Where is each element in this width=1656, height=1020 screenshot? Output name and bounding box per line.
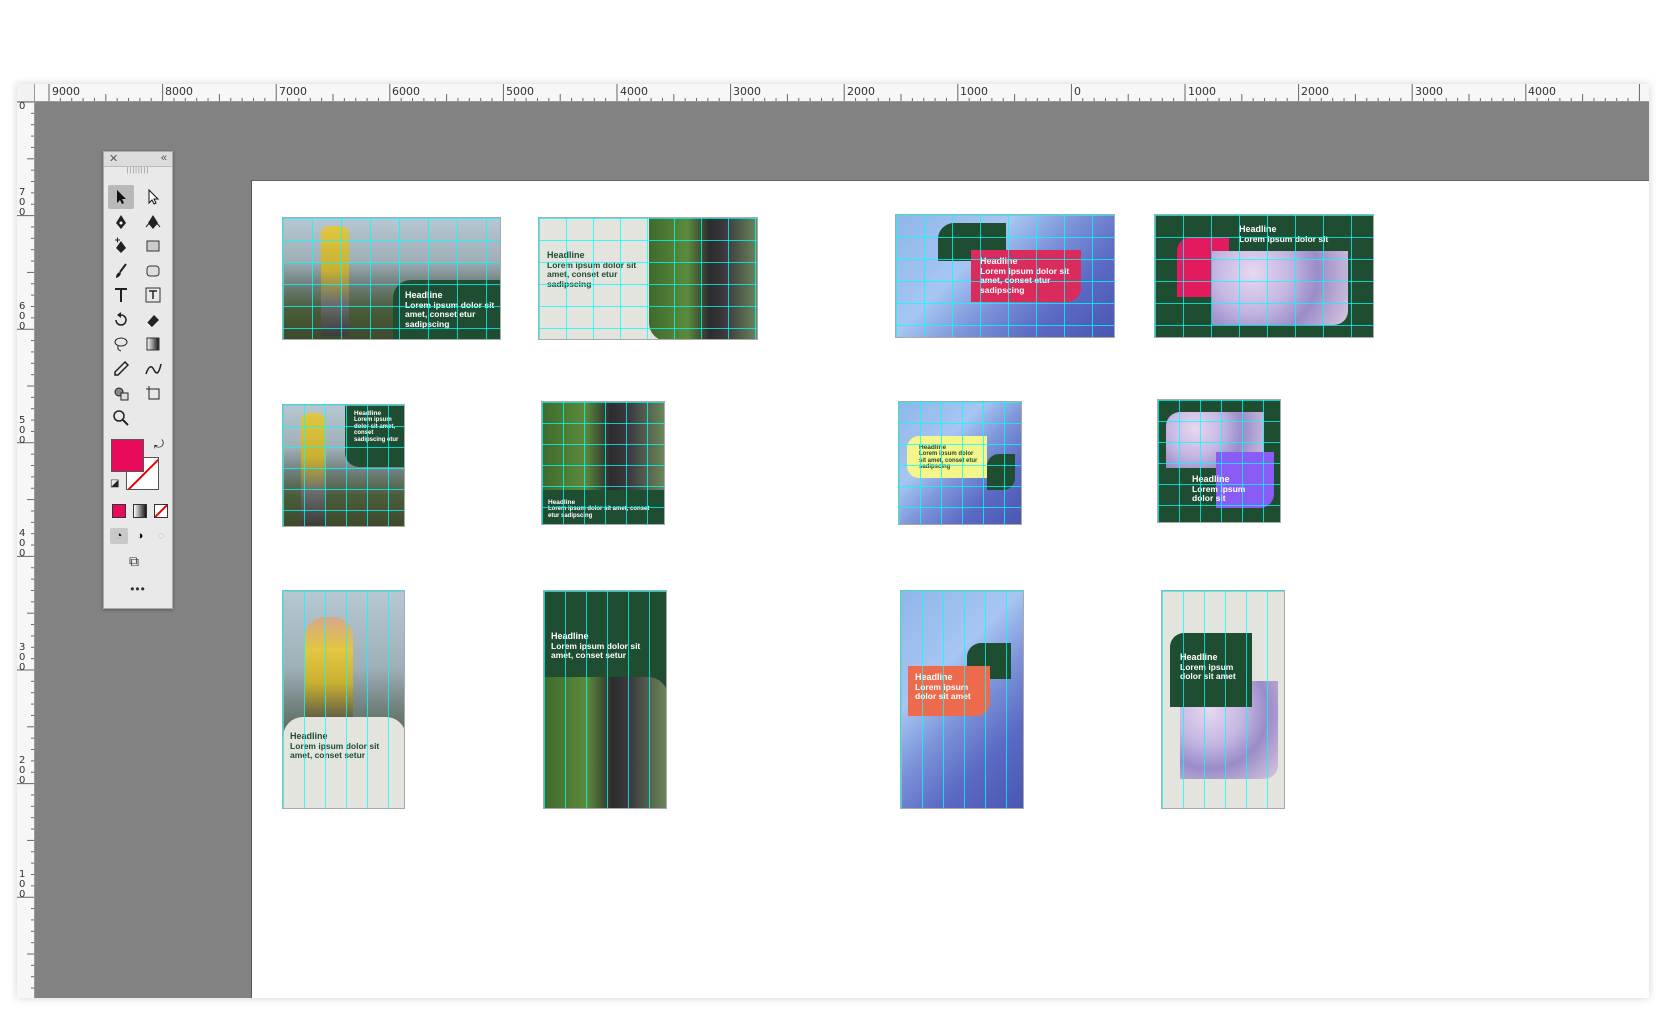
tools-panel-header[interactable]: ✕ «	[104, 152, 172, 167]
body-text: Lorem ipsum dolor sit amet, conset sadip…	[354, 417, 399, 443]
woman-photo	[649, 218, 757, 339]
ruler-label: 6000	[392, 85, 420, 98]
ruler-label: 4000	[1528, 85, 1556, 98]
ruler-origin[interactable]	[17, 84, 35, 102]
default-colors-icon[interactable]: ◪	[110, 478, 119, 489]
eyedropper-tool-icon[interactable]	[108, 357, 134, 381]
artboard-2[interactable]: Headline Lorem ipsum dolor sit amet, con…	[538, 217, 758, 340]
ruler-ticks	[48, 84, 1640, 101]
body-text: Lorem ipsum dolor sit	[1239, 234, 1329, 244]
ruler-label: 2000	[1301, 85, 1329, 98]
tools-panel[interactable]: ✕ « |||||||| ⤾ ◪ ◔ ◑ ◌ ⧉ •••	[103, 151, 173, 609]
lasso-tool-icon[interactable]	[108, 332, 134, 356]
body-text: Lorem ipsum dolor sit amet, conset etur …	[405, 300, 495, 329]
ruler-label: 600	[19, 301, 26, 332]
ruler-label: 7000	[279, 85, 307, 98]
woman-photo	[542, 402, 664, 490]
vertical-ruler[interactable]: 0 700 600 500 400 300 200 100	[17, 102, 35, 998]
worker-figure	[305, 617, 353, 727]
shape-builder-icon[interactable]	[108, 381, 134, 405]
woman-photo	[544, 677, 666, 808]
collapse-icon[interactable]: «	[161, 152, 167, 164]
draw-inside-icon[interactable]: ◌	[152, 528, 170, 544]
type-tool-icon[interactable]	[108, 283, 134, 307]
gradient-tool-icon[interactable]	[140, 332, 166, 356]
draw-normal-icon[interactable]: ◔	[110, 528, 128, 544]
body-text: Lorem ipsum dolor sit	[1192, 484, 1246, 504]
ruler-label: 700	[19, 187, 26, 218]
gradient-mode-icon[interactable]	[133, 504, 147, 518]
ruler-label: 8000	[165, 85, 193, 98]
ruler-label: 2000	[847, 85, 875, 98]
artboard-10[interactable]: Headline Lorem ipsum dolor sit amet, con…	[543, 590, 667, 809]
direct-selection-tool-icon[interactable]	[140, 185, 166, 209]
ruler-label: 300	[19, 642, 26, 673]
swap-colors-icon[interactable]: ⤾	[154, 437, 164, 452]
artboard-9[interactable]: Headline Lorem ipsum dolor sit amet, con…	[282, 590, 405, 809]
artboard-6[interactable]: Headline Lorem ipsum dolor sit amet, con…	[541, 401, 665, 525]
body-text: Lorem ipsum dolor sit amet, conset setur	[290, 741, 380, 761]
selection-tool-icon[interactable]	[108, 185, 134, 209]
artboard-tool-icon[interactable]	[140, 381, 166, 405]
artboard-1[interactable]: Headline Lorem ipsum dolor sit amet, con…	[282, 217, 501, 340]
ruler-label: 3000	[733, 85, 761, 98]
curvature-pen-icon[interactable]	[140, 210, 166, 234]
body-text: Lorem ipsum dolor sit amet	[915, 682, 971, 702]
ruler-label: 100	[19, 869, 26, 900]
ruler-label: 500	[19, 415, 26, 446]
rotate-tool-icon[interactable]	[108, 308, 134, 332]
close-icon[interactable]: ✕	[109, 152, 118, 165]
paintbrush-tool-icon[interactable]	[108, 259, 134, 283]
rounded-rectangle-icon[interactable]	[140, 259, 166, 283]
ruler-label: 4000	[620, 85, 648, 98]
horizontal-ruler[interactable]: 9000 8000 7000 6000 5000 4000 3000 2000 …	[35, 84, 1649, 102]
artboard-11[interactable]: Headline Lorem ipsum dolor sit amet	[900, 590, 1024, 809]
draw-behind-icon[interactable]: ◑	[131, 528, 149, 544]
body-text: Lorem ipsum dolor sit amet, conset etur …	[919, 451, 978, 471]
artboard-8[interactable]: Headline Lorem ipsum dolor sit	[1157, 399, 1281, 523]
ruler-label: 200	[19, 755, 26, 786]
more-tools-button[interactable]: •••	[104, 582, 172, 596]
body-text: Lorem ipsum dolor sit amet	[1180, 662, 1236, 682]
color-mode-icon[interactable]	[112, 504, 126, 518]
ruler-label: 0	[19, 102, 26, 112]
abstract-image	[1212, 251, 1348, 325]
illustrator-window: 9000 8000 7000 6000 5000 4000 3000 2000 …	[17, 84, 1649, 998]
eraser-tool-icon[interactable]	[140, 308, 166, 332]
ruler-label: 9000	[52, 85, 80, 98]
pasteboard[interactable]	[35, 102, 1649, 998]
area-type-icon[interactable]	[140, 283, 166, 307]
body-text: Lorem ipsum dolor sit amet, conset etur …	[548, 506, 650, 519]
artboard-3[interactable]: Headline Lorem ipsum dolor sit amet, con…	[895, 214, 1115, 338]
zoom-tool-icon[interactable]	[108, 406, 134, 430]
ruler-label: 5000	[506, 85, 534, 98]
artboard-5[interactable]: Headline Lorem ipsum dolor sit amet, con…	[282, 404, 405, 527]
artboard-4[interactable]: Headline Lorem ipsum dolor sit	[1154, 214, 1374, 338]
artboard-7[interactable]: Headline Lorem ipsum dolor sit amet, con…	[898, 401, 1022, 525]
worker-figure	[321, 226, 349, 336]
ruler-label: 0	[1074, 85, 1081, 98]
blend-tool-icon[interactable]	[140, 357, 166, 381]
pen-tool-icon[interactable]	[108, 210, 134, 234]
body-text: Lorem ipsum dolor sit amet, conset etur …	[980, 266, 1070, 295]
body-text: Lorem ipsum dolor sit amet, conset setur	[551, 641, 641, 661]
artboard-12[interactable]: Headline Lorem ipsum dolor sit amet	[1161, 590, 1285, 809]
fill-swatch[interactable]	[111, 439, 144, 472]
rectangle-tool-icon[interactable]	[140, 234, 166, 258]
ruler-label: 1000	[960, 85, 988, 98]
panel-grip-icon[interactable]: ||||||||	[104, 167, 172, 175]
ruler-label: 1000	[1188, 85, 1216, 98]
ruler-label: 400	[19, 528, 26, 559]
none-mode-icon[interactable]	[154, 504, 168, 518]
add-anchor-icon[interactable]	[108, 234, 134, 258]
body-text: Lorem ipsum dolor sit amet, conset etur …	[547, 260, 637, 289]
ruler-label: 3000	[1415, 85, 1443, 98]
screen-mode-icon[interactable]: ⧉	[129, 553, 139, 570]
worker-figure	[301, 413, 325, 525]
green-shape	[987, 454, 1015, 490]
